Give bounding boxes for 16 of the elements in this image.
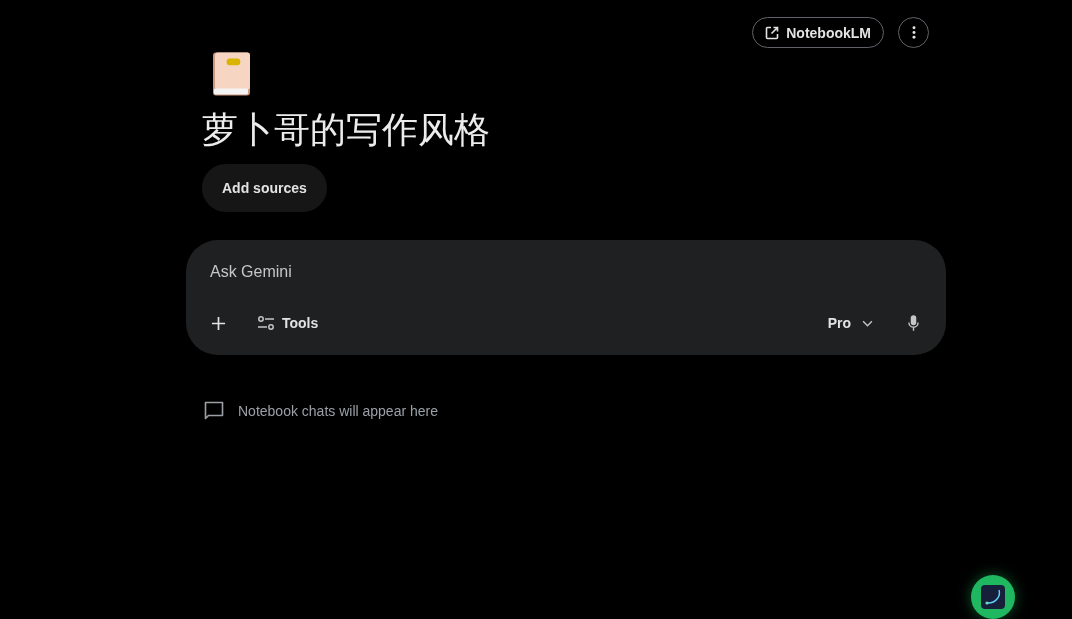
- chat-bubble-icon: [204, 401, 224, 421]
- floating-action-button[interactable]: [971, 575, 1015, 619]
- empty-chats-message: Notebook chats will appear here: [238, 403, 438, 419]
- book-icon: [213, 52, 250, 96]
- prompt-input[interactable]: Ask Gemini: [210, 260, 810, 284]
- curve-icon: [981, 585, 1005, 609]
- caret-icon: [862, 319, 873, 327]
- microphone-icon: [907, 315, 919, 331]
- sliders-icon: [258, 316, 274, 330]
- notebook-title: 萝卜哥的写作风格: [202, 108, 490, 152]
- more-icon: [911, 26, 916, 39]
- add-sources-button[interactable]: Add sources: [202, 164, 327, 212]
- tools-button[interactable]: Tools: [246, 303, 331, 343]
- external-link-icon: [764, 24, 781, 41]
- plus-icon: [210, 315, 226, 331]
- model-picker[interactable]: Pro: [815, 303, 885, 343]
